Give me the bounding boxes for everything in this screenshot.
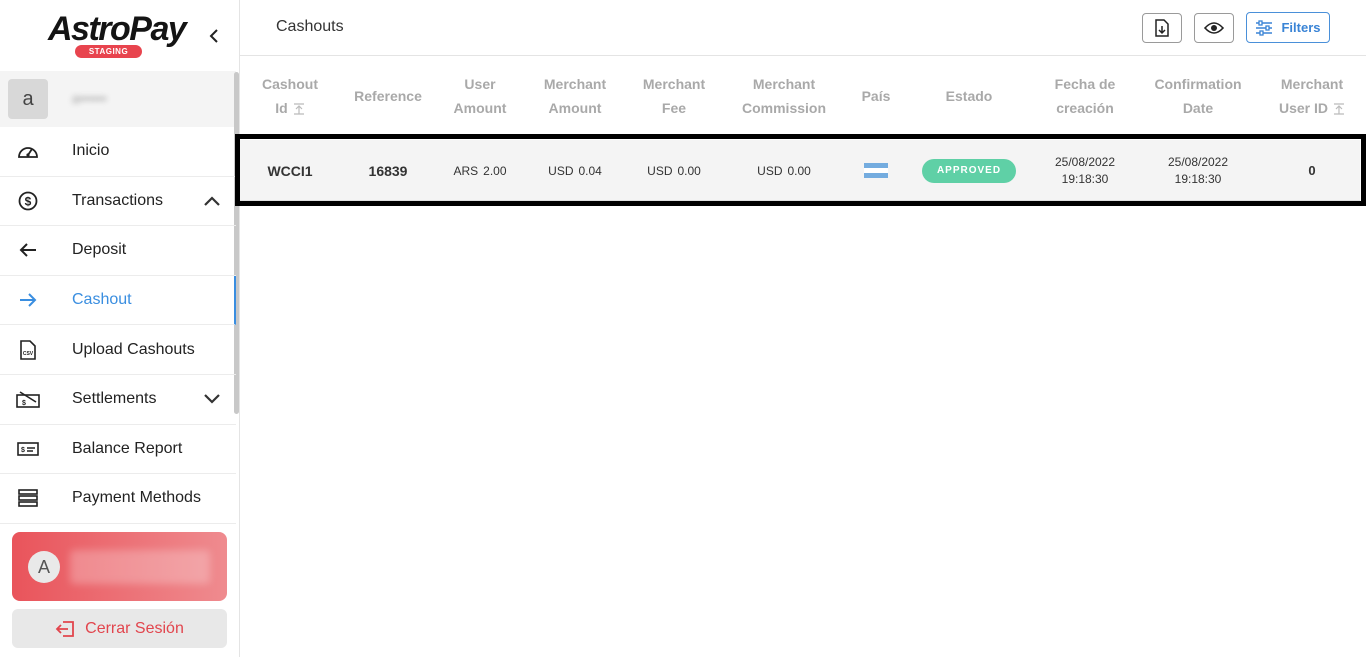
sort-icon[interactable] xyxy=(1333,103,1345,115)
arrow-left-icon xyxy=(16,238,40,262)
speedometer-icon xyxy=(16,139,40,163)
download-file-icon xyxy=(1155,19,1169,37)
sidebar-item-label: Settlements xyxy=(72,390,157,408)
sidebar-nav: Inicio $ Transactions Deposit Cashout CS… xyxy=(0,127,236,524)
csv-file-icon: CSV xyxy=(16,338,40,362)
settlement-icon: $ xyxy=(16,387,40,411)
filters-button[interactable]: Filters xyxy=(1246,12,1330,43)
column-header-merchant-fee: Merchant Fee xyxy=(642,76,706,116)
logout-icon xyxy=(55,620,75,637)
column-header-confirmation-date: Confirmation Date xyxy=(1154,76,1242,116)
page-title: Cashouts xyxy=(276,18,344,35)
sidebar-item-label: Cashout xyxy=(72,291,132,309)
column-header-cashout-id[interactable]: Cashout Id xyxy=(262,72,318,120)
row-highlight-box xyxy=(235,134,1366,206)
chevron-up-icon[interactable] xyxy=(202,191,222,211)
topbar: Cashouts Filters xyxy=(240,0,1366,56)
column-header-merchant-amount: Merchant Amount xyxy=(543,76,607,116)
sort-icon[interactable] xyxy=(293,103,305,115)
column-header-user-amount: User Amount xyxy=(453,76,507,116)
arrow-right-icon xyxy=(16,288,40,312)
column-header-estado: Estado xyxy=(945,88,993,104)
toggle-columns-button[interactable] xyxy=(1194,13,1234,43)
sidebar-item-balance-report[interactable]: $ Balance Report xyxy=(0,425,236,475)
current-user[interactable]: a a•••••• xyxy=(0,71,236,127)
chevron-left-icon xyxy=(209,29,218,43)
sidebar-item-inicio[interactable]: Inicio xyxy=(0,127,236,177)
balance-card-icon: $ xyxy=(16,437,40,461)
merchant-account-card[interactable]: A xyxy=(12,532,227,601)
svg-text:$: $ xyxy=(21,447,25,454)
user-avatar: a xyxy=(8,79,48,119)
column-header-merchant-commission: Merchant Commission xyxy=(741,76,827,116)
logout-button[interactable]: Cerrar Sesión xyxy=(12,609,227,648)
account-avatar: A xyxy=(28,551,60,583)
eye-icon xyxy=(1204,22,1224,34)
svg-text:CSV: CSV xyxy=(23,351,34,357)
column-header-merchant-user-id[interactable]: Merchant User ID xyxy=(1279,72,1345,120)
brand-logo-text: AstroPay xyxy=(48,10,187,48)
sidebar-item-cashout[interactable]: Cashout xyxy=(0,275,236,326)
sidebar-item-deposit[interactable]: Deposit xyxy=(0,226,236,276)
user-name: a•••••• xyxy=(72,91,107,106)
export-button[interactable] xyxy=(1142,13,1182,43)
sidebar-item-transactions[interactable]: $ Transactions xyxy=(0,177,236,227)
sidebar-item-upload-cashouts[interactable]: CSV Upload Cashouts xyxy=(0,325,236,375)
svg-text:$: $ xyxy=(22,400,26,407)
sidebar-item-label: Balance Report xyxy=(72,439,183,457)
staging-badge: STAGING xyxy=(75,45,142,58)
collapse-sidebar-button[interactable] xyxy=(204,24,224,48)
payment-methods-icon xyxy=(16,486,40,510)
column-header-pais: País xyxy=(861,88,891,104)
sidebar-item-label: Deposit xyxy=(72,241,127,259)
table-header: Cashout Id Reference User Amount Merchant… xyxy=(240,56,1366,134)
sidebar-item-payment-methods[interactable]: Payment Methods xyxy=(0,474,236,524)
column-header-fecha-creacion: Fecha de creación xyxy=(1054,76,1116,116)
sidebar-item-label: Transactions xyxy=(72,191,163,209)
sidebar-item-label: Payment Methods xyxy=(72,489,201,507)
chevron-down-icon[interactable] xyxy=(202,389,222,409)
logout-label: Cerrar Sesión xyxy=(85,619,184,637)
sidebar-item-settlements[interactable]: $ Settlements xyxy=(0,375,236,425)
app-root: AstroPay STAGING a a•••••• Inicio $ Tran… xyxy=(0,0,1366,657)
dollar-circle-icon: $ xyxy=(16,189,40,213)
sidebar-item-label: Upload Cashouts xyxy=(72,340,195,358)
column-header-reference: Reference xyxy=(354,88,422,104)
sidebar-item-label: Inicio xyxy=(72,142,110,160)
account-name-redacted xyxy=(70,550,210,584)
sidebar: AstroPay STAGING a a•••••• Inicio $ Tran… xyxy=(0,0,240,657)
sliders-icon xyxy=(1256,19,1273,36)
filters-label: Filters xyxy=(1281,20,1321,35)
svg-text:$: $ xyxy=(25,194,32,208)
